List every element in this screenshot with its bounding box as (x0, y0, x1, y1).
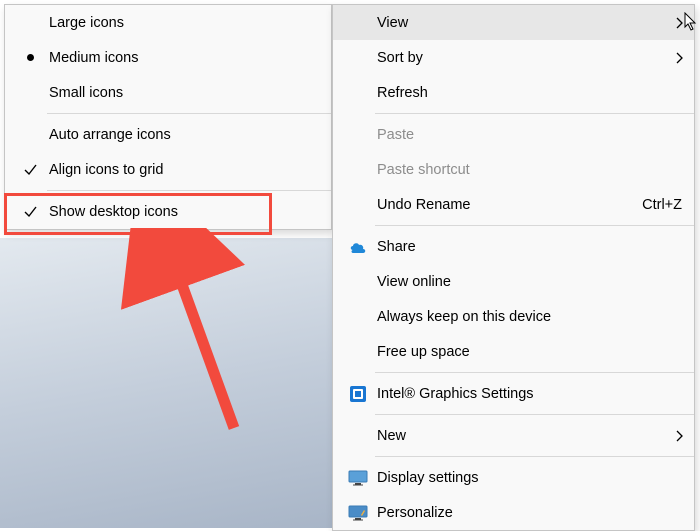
menu-separator (375, 225, 694, 226)
keyboard-shortcut: Ctrl+Z (626, 197, 682, 213)
menu-item-display-settings[interactable]: Display settings (333, 460, 694, 495)
menu-item-large-icons[interactable]: Large icons (5, 5, 331, 40)
label: Auto arrange icons (47, 127, 319, 143)
menu-item-view[interactable]: View (333, 5, 694, 40)
label: Always keep on this device (375, 309, 682, 325)
label: Large icons (47, 15, 319, 31)
checkmark-icon (13, 162, 47, 177)
label: Share (375, 239, 682, 255)
chevron-right-icon (675, 16, 684, 30)
label: Paste (375, 127, 682, 143)
label: Medium icons (47, 50, 319, 66)
desktop-background (0, 238, 332, 528)
menu-item-paste: Paste (333, 117, 694, 152)
menu-separator (47, 113, 331, 114)
mouse-cursor-icon (684, 12, 698, 32)
menu-separator (375, 414, 694, 415)
menu-separator (375, 456, 694, 457)
menu-item-view-online[interactable]: View online (333, 264, 694, 299)
chevron-right-icon (675, 51, 684, 65)
menu-item-medium-icons[interactable]: Medium icons (5, 40, 331, 75)
label: Display settings (375, 470, 682, 486)
display-settings-icon (341, 470, 375, 486)
label: Undo Rename (375, 197, 626, 213)
onedrive-share-icon (341, 241, 375, 253)
personalize-icon (341, 505, 375, 521)
radio-selected-icon (13, 54, 47, 61)
label: New (375, 428, 682, 444)
label: Intel® Graphics Settings (375, 386, 682, 402)
view-submenu: Large icons Medium icons Small icons Aut… (4, 4, 332, 230)
label: View (375, 15, 682, 31)
menu-separator (375, 372, 694, 373)
label: Paste shortcut (375, 162, 682, 178)
label: Personalize (375, 505, 682, 521)
label: View online (375, 274, 682, 290)
menu-item-paste-shortcut: Paste shortcut (333, 152, 694, 187)
label: Sort by (375, 50, 682, 66)
menu-item-free-up-space[interactable]: Free up space (333, 334, 694, 369)
desktop-context-menu: View Sort by Refresh Paste Paste shortcu… (332, 4, 695, 531)
label: Refresh (375, 85, 682, 101)
menu-item-share[interactable]: Share (333, 229, 694, 264)
label: Align icons to grid (47, 162, 319, 178)
menu-item-show-desktop-icons[interactable]: Show desktop icons (5, 194, 331, 229)
menu-item-small-icons[interactable]: Small icons (5, 75, 331, 110)
menu-item-always-keep[interactable]: Always keep on this device (333, 299, 694, 334)
label: Small icons (47, 85, 319, 101)
menu-item-align-grid[interactable]: Align icons to grid (5, 152, 331, 187)
menu-item-undo-rename[interactable]: Undo Rename Ctrl+Z (333, 187, 694, 222)
menu-item-sort-by[interactable]: Sort by (333, 40, 694, 75)
checkmark-icon (13, 204, 47, 219)
menu-item-refresh[interactable]: Refresh (333, 75, 694, 110)
label: Show desktop icons (47, 204, 319, 220)
menu-item-auto-arrange[interactable]: Auto arrange icons (5, 117, 331, 152)
menu-item-new[interactable]: New (333, 418, 694, 453)
label: Free up space (375, 344, 682, 360)
menu-item-intel-graphics[interactable]: Intel® Graphics Settings (333, 376, 694, 411)
menu-separator (375, 113, 694, 114)
menu-item-personalize[interactable]: Personalize (333, 495, 694, 530)
chevron-right-icon (675, 429, 684, 443)
intel-graphics-icon (341, 385, 375, 403)
menu-separator (47, 190, 331, 191)
